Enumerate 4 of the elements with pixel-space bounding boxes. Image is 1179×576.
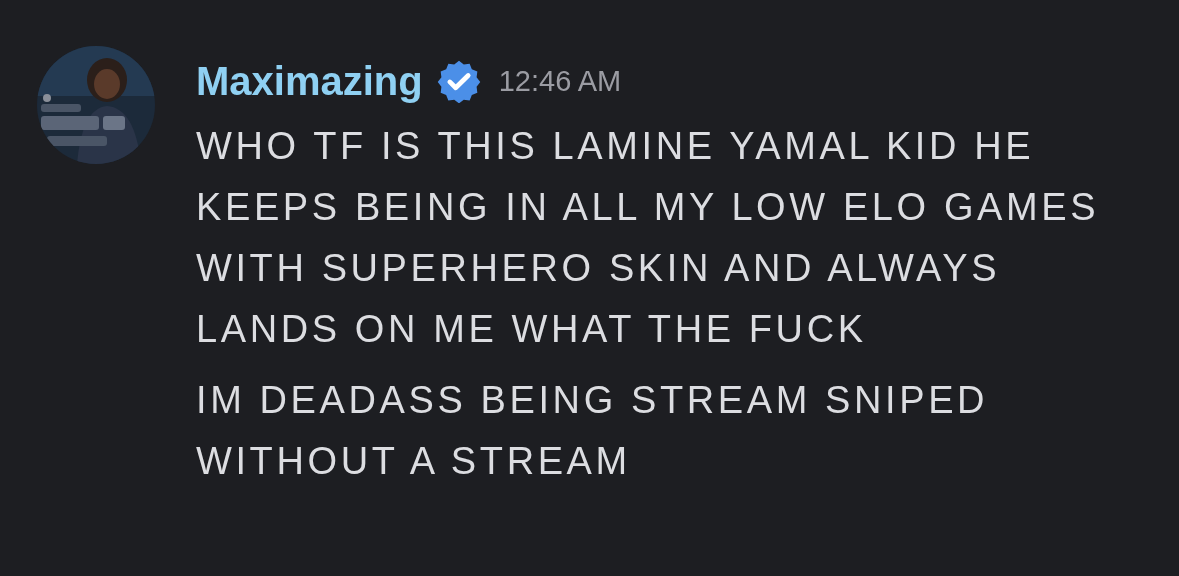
username[interactable]: Maximazing	[196, 58, 423, 104]
timestamp: 12:46 AM	[498, 64, 622, 98]
message-text: WHO TF IS THIS LAMINE YAMAL KID HE KEEPS BEING IN ALL MY LOW ELO GAMES WITH SUPERHERO SKIN AND ALWAYS LANDS ON ME WHAT THE FUCK	[196, 124, 1101, 352]
message-text: IM DEADASS BEING STREAM SNIPED WITHOUT A STREAM	[196, 378, 990, 484]
